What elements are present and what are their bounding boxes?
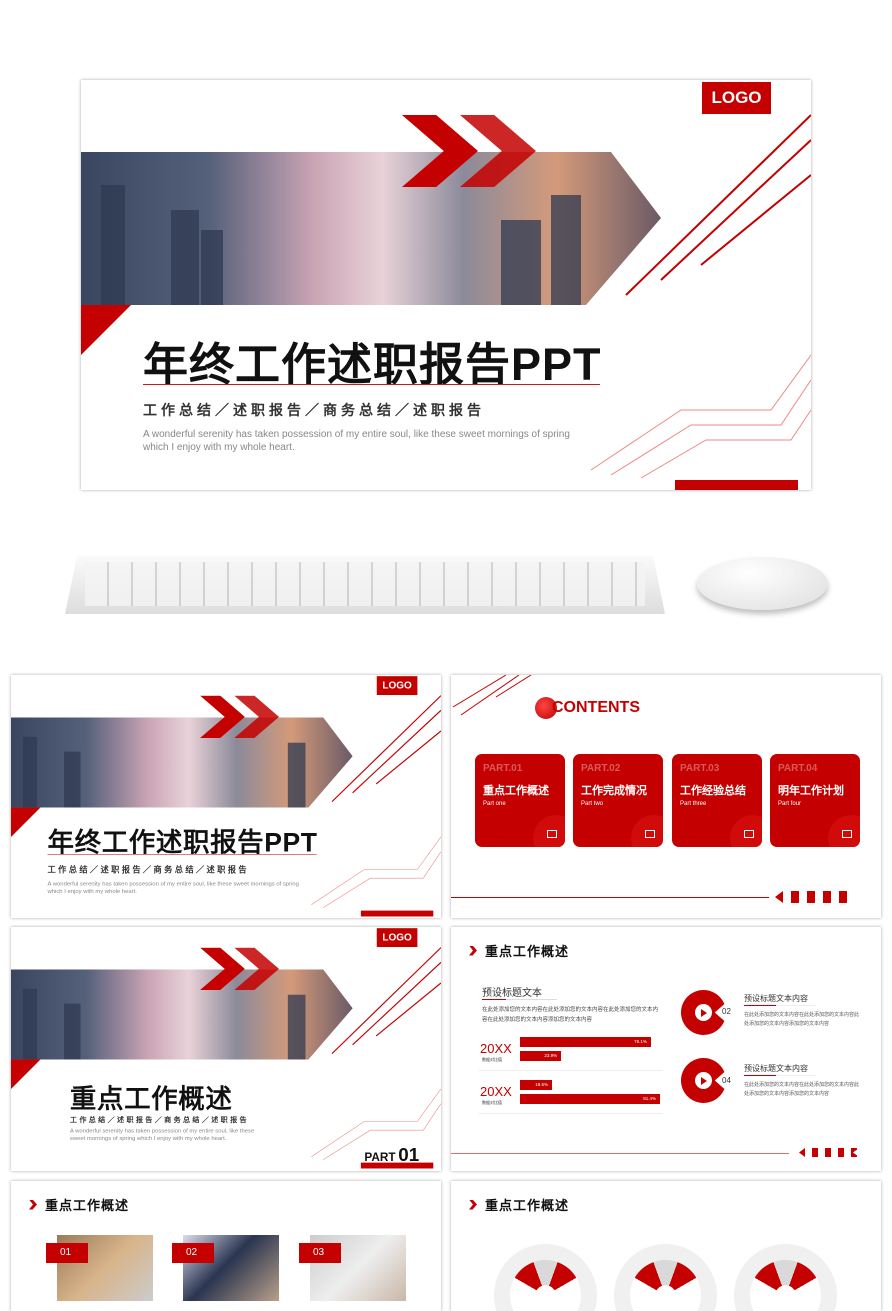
photo-number: 02 <box>172 1243 214 1263</box>
red-bar <box>675 480 798 490</box>
photo-number: 01 <box>46 1243 88 1263</box>
bar: 18.6% <box>520 1080 552 1090</box>
block-title: 预设标题文本 <box>482 988 542 999</box>
divider <box>143 384 600 385</box>
cover-description: A wonderful serenity has taken possessio… <box>47 880 299 895</box>
red-bar <box>360 1162 434 1169</box>
item-number: 02 <box>722 1007 731 1016</box>
header-text: 重点工作概述 <box>485 1198 570 1213</box>
item-text: 在此处添加您的文本内容在此处添加您的文本内容此处添加您的文本内容添加您的文本内容 <box>744 1012 860 1027</box>
bottom-line <box>451 1153 789 1154</box>
block-underline <box>482 999 557 1000</box>
chevron-icon <box>469 1199 477 1210</box>
item-underline <box>744 1005 816 1006</box>
contents-card-1[interactable]: PART.01 重点工作概述 Part one <box>475 754 565 847</box>
chevrons-left-icon <box>799 1148 859 1157</box>
cover: LOGO 年终工作述职报告PPT 工作总结／述职报告／商务总结／述职报告 A w… <box>11 675 441 917</box>
year-sublabel: 数据对比值 <box>482 1100 502 1105</box>
slide-header: 重点工作概述 <box>469 941 569 960</box>
chevron-icon <box>469 945 477 956</box>
card-subtitle: Part one <box>483 801 506 807</box>
bar: 81.4% <box>520 1094 660 1104</box>
card-title: 重点工作概述 <box>483 785 549 797</box>
item-text: 在此处添加您的文本内容在此处添加您的文本内容此处添加您的文本内容添加您的文本内容 <box>744 1082 860 1097</box>
year-label: 20XX <box>480 1041 512 1056</box>
contents-card-3[interactable]: PART.03 工作经验总结 Part three <box>672 754 762 847</box>
photos-slide-thumbnail[interactable]: 重点工作概述 01 02 03 <box>11 1181 441 1311</box>
mouse-image <box>697 557 828 610</box>
section-subtitle: 工作总结／述职报告／商务总结／述职报告 <box>69 1115 249 1124</box>
cover-slide-large: LOGO 年终工作述职报告PPT 工作总结／述职报告／商务总结／述职报告 A w… <box>81 80 811 490</box>
gauge-chart <box>734 1244 837 1311</box>
contents-slide-thumbnail[interactable]: CONTENTS PART.01 重点工作概述 Part one PART.02 工作… <box>451 675 881 918</box>
section-title: 重点工作概述 <box>69 1083 233 1114</box>
contents-card-4[interactable]: PART.04 明年工作计划 Part four <box>770 754 860 847</box>
item-title: 预设标题文本内容 <box>744 1064 808 1073</box>
header-text: 重点工作概述 <box>485 944 570 959</box>
chevron-icon <box>29 1199 37 1210</box>
play-icon <box>695 1004 712 1021</box>
year-sublabel: 数据对比值 <box>482 1057 502 1062</box>
part-number: PART.03 <box>680 763 720 774</box>
cover: LOGO 年终工作述职报告PPT 工作总结／述职报告／商务总结／述职报告 A w… <box>81 80 811 490</box>
card-title: 工作完成情况 <box>581 785 647 797</box>
keyboard-image <box>65 556 665 614</box>
divider <box>479 1113 663 1114</box>
slide-header: 重点工作概述 <box>469 1195 569 1214</box>
play-icon <box>695 1072 712 1089</box>
block-text: 在此处添加您的文本内容在此处添加您的文本内容在此处添加您的文本内容在此处添加您的… <box>482 1007 659 1023</box>
item-underline <box>744 1075 816 1076</box>
card-subtitle: Part three <box>680 801 707 807</box>
bottom-line <box>451 897 769 898</box>
card-subtitle: Part two <box>581 801 604 807</box>
section-cover: LOGO 重点工作概述 工作总结／述职报告／商务总结／述职报告 A wonder… <box>11 927 441 1169</box>
chart-icon <box>547 830 557 838</box>
bar: 23.9% <box>520 1051 562 1061</box>
photo-number: 03 <box>299 1243 341 1263</box>
chart-icon <box>645 830 655 838</box>
item-number: 04 <box>722 1076 731 1085</box>
gauge-chart <box>494 1244 597 1311</box>
divider <box>47 854 317 855</box>
cover-slide-thumbnail[interactable]: LOGO 年终工作述职报告PPT 工作总结／述职报告／商务总结／述职报告 A w… <box>11 675 441 918</box>
chart-icon <box>744 830 754 838</box>
chart-icon <box>842 830 852 838</box>
part-number: PART.01 <box>483 763 523 774</box>
pie-icon <box>681 990 726 1035</box>
cover-subtitle: 工作总结／述职报告／商务总结／述职报告 <box>143 402 485 418</box>
part-number: PART.04 <box>778 763 818 774</box>
year-label: 20XX <box>480 1084 512 1099</box>
red-bar <box>360 910 434 917</box>
card-subtitle: Part four <box>778 801 802 807</box>
contents-card-2[interactable]: PART.02 工作完成情况 Part two <box>573 754 663 847</box>
item-title: 预设标题文本内容 <box>744 994 808 1003</box>
chevrons-left-icon <box>775 891 855 903</box>
cover-description: A wonderful serenity has taken possessio… <box>143 429 570 453</box>
cover-subtitle: 工作总结／述职报告／商务总结／述职报告 <box>47 864 249 875</box>
pie-icon <box>681 1058 726 1103</box>
overview-slide-thumbnail[interactable]: 重点工作概述 预设标题文本 在此处添加您的文本内容在此处添加您的文本内容在此处添… <box>451 927 881 1171</box>
slide-header: 重点工作概述 <box>29 1195 129 1214</box>
contents-title: CONTENTS <box>552 699 640 716</box>
section-slide-thumbnail[interactable]: LOGO 重点工作概述 工作总结／述职报告／商务总结／述职报告 A wonder… <box>11 927 441 1171</box>
section-description: A wonderful serenity has taken possessio… <box>69 1127 255 1142</box>
part-number: PART.02 <box>581 763 621 774</box>
card-title: 明年工作计划 <box>778 785 844 797</box>
gauges-slide-thumbnail[interactable]: 重点工作概述 <box>451 1181 881 1311</box>
divider <box>479 1070 663 1071</box>
card-title: 工作经验总结 <box>680 785 746 797</box>
bar: 76.1% <box>520 1037 651 1047</box>
header-text: 重点工作概述 <box>45 1198 130 1213</box>
gauge-chart <box>614 1244 717 1311</box>
